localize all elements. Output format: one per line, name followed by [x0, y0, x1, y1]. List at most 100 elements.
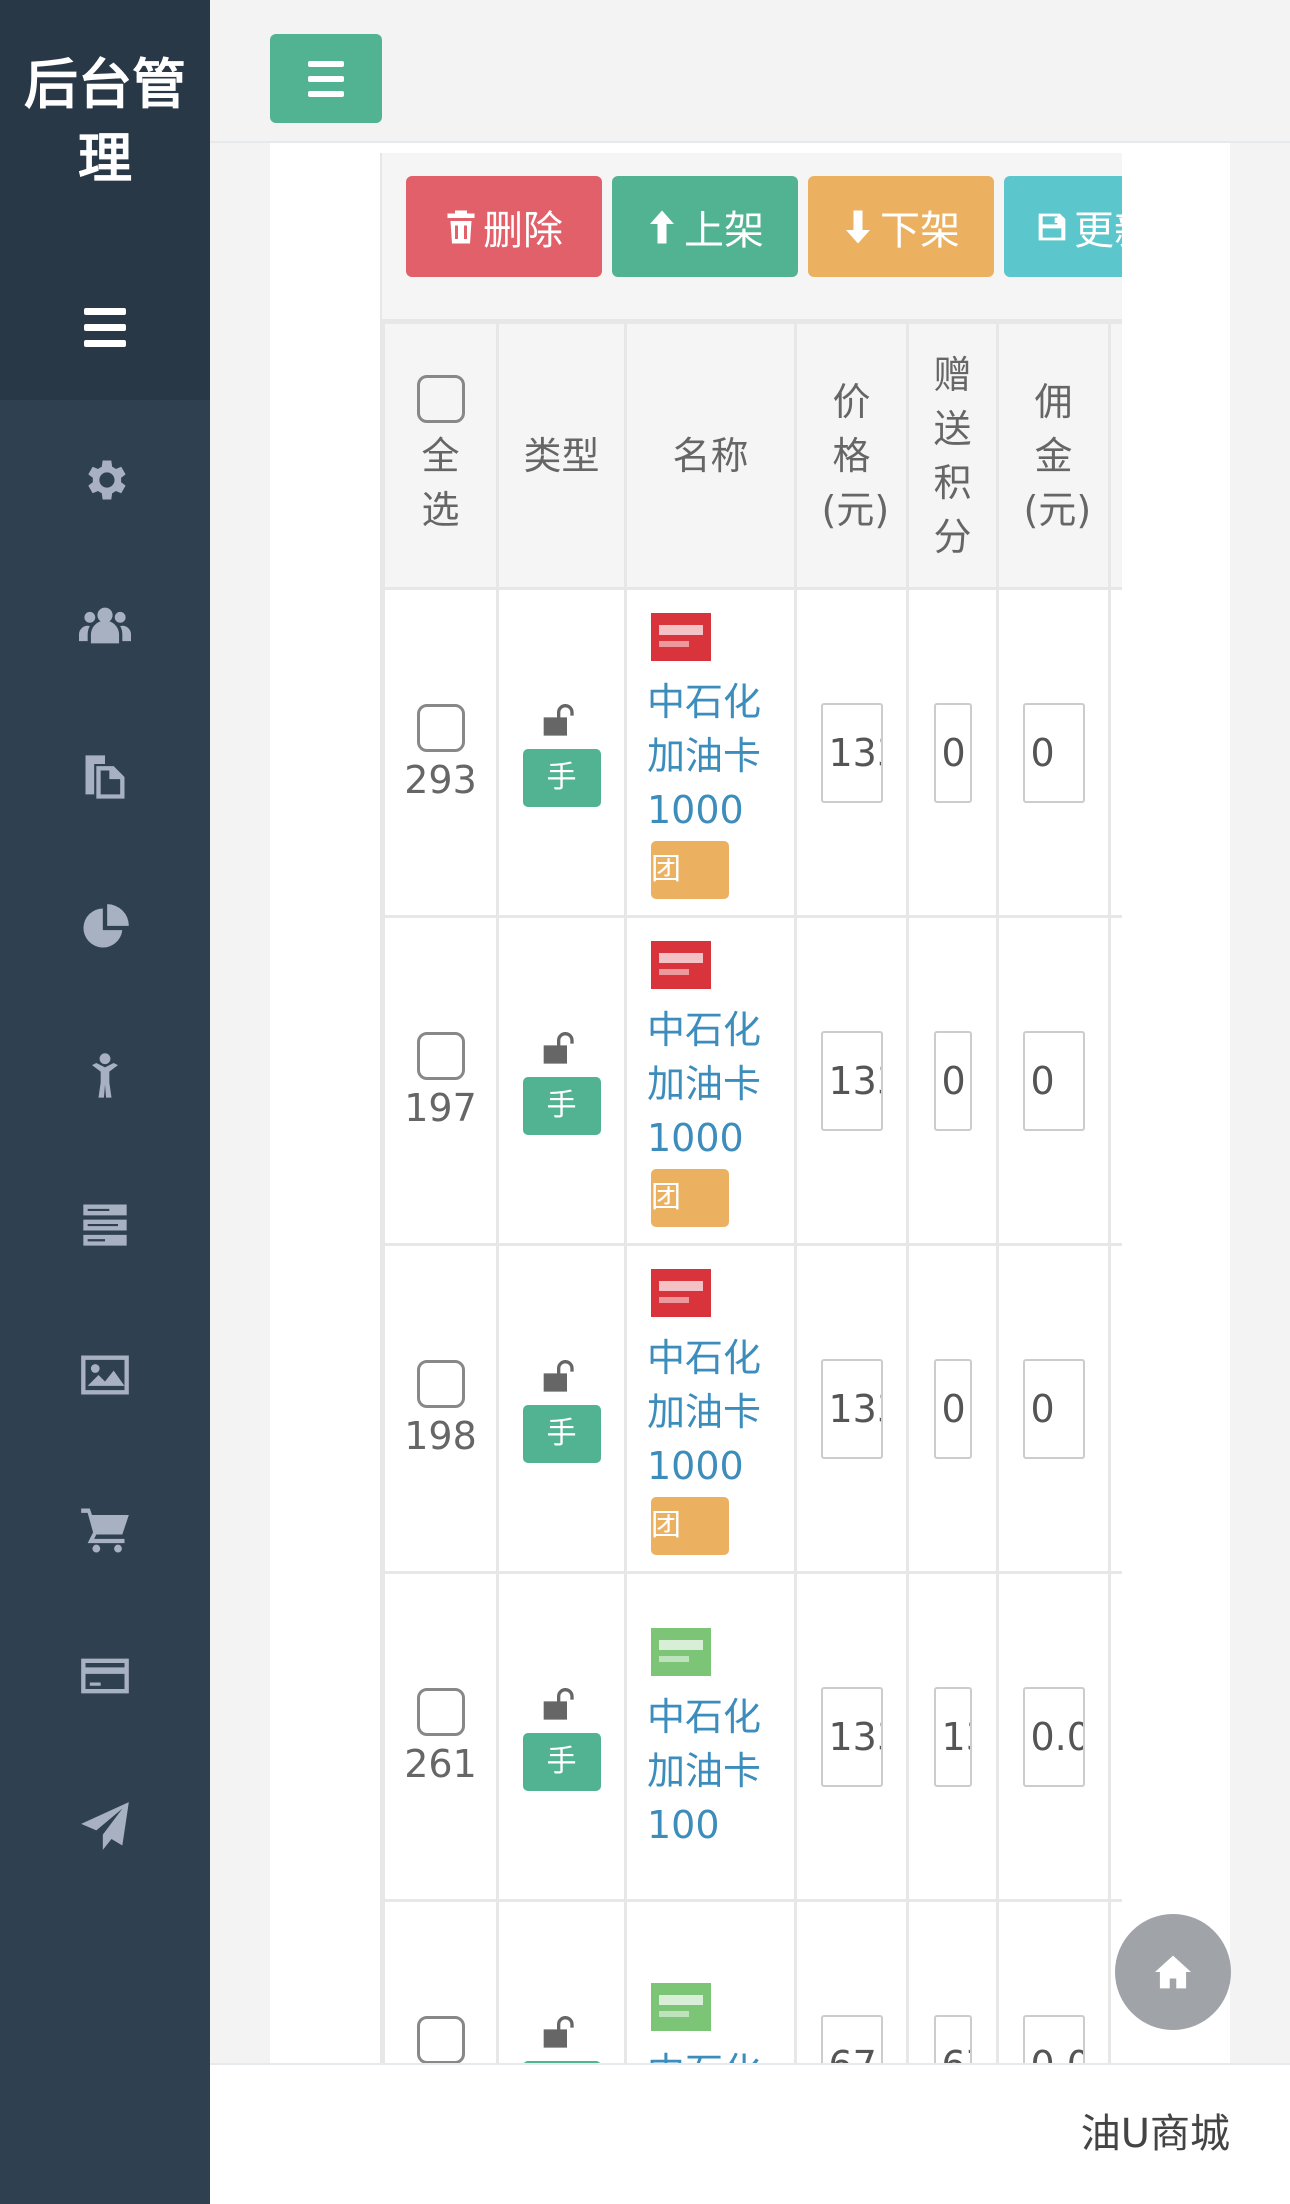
product-thumbnail[interactable]	[651, 607, 711, 667]
commission-input[interactable]: 0.00	[1022, 1686, 1085, 1787]
points-input[interactable]: 0	[933, 1030, 972, 1131]
row-checkbox[interactable]	[416, 1359, 465, 1408]
product-thumbnail[interactable]	[651, 1263, 711, 1323]
header-select-all[interactable]: 全选	[382, 321, 499, 590]
on-shelf-button[interactable]: 上架	[612, 176, 798, 277]
type-cell: 手	[496, 1571, 627, 1902]
hamburger-icon	[308, 60, 344, 97]
sidebar-item-stats[interactable]	[0, 898, 210, 958]
product-table: 全选 类型 名称 价格(元) 赠送积分 佣金(元) 293 手中石化加油卡1000…	[382, 321, 1122, 2063]
child-icon	[92, 1053, 118, 1098]
select-cell: 293	[382, 587, 499, 918]
arrow-down-icon	[846, 210, 870, 243]
price-input[interactable]: 133	[820, 1686, 883, 1787]
product-name-link[interactable]: 中石化加油卡	[627, 2045, 794, 2064]
points-cell: 0	[906, 915, 999, 1246]
table-row: 293 手中石化加油卡1000团 1330 00	[382, 587, 1122, 918]
points-input[interactable]: 0	[933, 1358, 972, 1459]
points-input[interactable]: 0	[933, 702, 972, 803]
sidebar-item-pages[interactable]	[0, 747, 210, 807]
unlock-icon[interactable]	[542, 1683, 582, 1723]
sidebar-item-tasks[interactable]	[0, 1194, 210, 1254]
table-row: 198 手中石化加油卡1000团 1330 00	[382, 1243, 1122, 1574]
delete-button[interactable]: 删除	[406, 176, 602, 277]
price-cell: 1330	[794, 915, 909, 1246]
extra-cell	[1108, 915, 1122, 1246]
sidebar-item-users[interactable]	[0, 596, 210, 656]
points-input[interactable]: 133	[933, 1686, 972, 1787]
commission-input[interactable]: 0	[1022, 1358, 1085, 1459]
sidebar-item-settings[interactable]	[0, 450, 210, 510]
users-icon	[79, 607, 131, 644]
table-row: 262手中石化加油卡 67.0 67 0.00	[382, 1899, 1122, 2064]
price-input[interactable]: 67.0	[820, 2014, 883, 2063]
row-checkbox[interactable]	[416, 703, 465, 752]
home-button[interactable]	[1115, 1914, 1231, 2030]
price-input[interactable]: 1330	[820, 1030, 883, 1131]
extra-cell	[1108, 587, 1122, 918]
row-checkbox[interactable]	[416, 1031, 465, 1080]
menu-toggle-button[interactable]	[270, 34, 382, 123]
sidebar-item-images[interactable]	[0, 1345, 210, 1405]
footer: 油U商城	[210, 2063, 1290, 2204]
select-cell: 262	[382, 1899, 499, 2063]
sidebar-toggle-button[interactable]	[0, 255, 210, 400]
pie-chart-icon	[83, 904, 129, 948]
unlock-icon[interactable]	[542, 1355, 582, 1395]
group-buy-badge: 团	[651, 1496, 729, 1555]
unlock-icon[interactable]	[542, 699, 582, 739]
product-thumbnail[interactable]	[651, 935, 711, 995]
manual-type-badge: 手	[522, 1732, 601, 1791]
brand-title: 后台管理	[0, 0, 210, 255]
copy-icon	[85, 755, 125, 799]
footer-text: 油U商城	[1080, 2111, 1230, 2157]
product-name-link[interactable]: 中石化加油卡1000	[627, 675, 794, 837]
tasks-icon	[83, 1204, 127, 1246]
name-cell: 中石化加油卡1000 团	[624, 587, 797, 918]
save-icon	[1038, 213, 1066, 240]
header-price: 价格(元)	[794, 321, 909, 590]
group-buy-badge: 团	[651, 1168, 729, 1227]
manual-type-badge: 手	[522, 1076, 601, 1135]
row-id: 198	[404, 1413, 477, 1458]
price-cell: 133	[794, 1571, 909, 1902]
unlock-icon[interactable]	[542, 1027, 582, 1067]
off-shelf-button[interactable]: 下架	[808, 176, 994, 277]
sidebar-item-members[interactable]	[0, 1046, 210, 1106]
product-thumbnail[interactable]	[651, 1977, 711, 2037]
commission-input[interactable]: 0.00	[1022, 2014, 1085, 2063]
product-thumbnail[interactable]	[651, 1622, 711, 1682]
commission-cell: 0	[996, 587, 1111, 918]
commission-input[interactable]: 0	[1022, 1030, 1085, 1131]
table-row: 197 手中石化加油卡1000团 1330 00	[382, 915, 1122, 1246]
points-cell: 67	[906, 1899, 999, 2063]
product-name-link[interactable]: 中石化加油卡1000	[627, 1331, 794, 1493]
row-id: 261	[404, 1741, 477, 1786]
unlock-icon[interactable]	[542, 2011, 582, 2051]
select-cell: 198	[382, 1243, 499, 1574]
row-checkbox[interactable]	[416, 2015, 465, 2063]
header-name: 名称	[624, 321, 797, 590]
commission-cell: 0	[996, 915, 1111, 1246]
points-cell: 133	[906, 1571, 999, 1902]
points-cell: 0	[906, 587, 999, 918]
commission-input[interactable]: 0	[1022, 702, 1085, 803]
arrow-up-icon	[650, 210, 674, 243]
group-buy-badge: 团	[651, 840, 729, 899]
update-button[interactable]: 更新	[1004, 176, 1122, 277]
price-input[interactable]: 1330	[820, 1358, 883, 1459]
sidebar-item-messages[interactable]	[0, 1796, 210, 1856]
price-input[interactable]: 1330	[820, 702, 883, 803]
manual-type-badge: 手	[522, 748, 601, 807]
row-checkbox[interactable]	[416, 1687, 465, 1736]
credit-card-icon	[81, 1658, 129, 1694]
extra-cell	[1108, 1243, 1122, 1574]
points-input[interactable]: 67	[933, 2014, 972, 2063]
sidebar-item-payment[interactable]	[0, 1646, 210, 1706]
select-all-checkbox[interactable]	[416, 374, 465, 423]
product-name-link[interactable]: 中石化加油卡100	[627, 1690, 794, 1852]
sidebar: 后台管理	[0, 0, 210, 2204]
sidebar-item-cart[interactable]	[0, 1498, 210, 1558]
row-id: 197	[404, 1085, 477, 1130]
product-name-link[interactable]: 中石化加油卡1000	[627, 1003, 794, 1165]
